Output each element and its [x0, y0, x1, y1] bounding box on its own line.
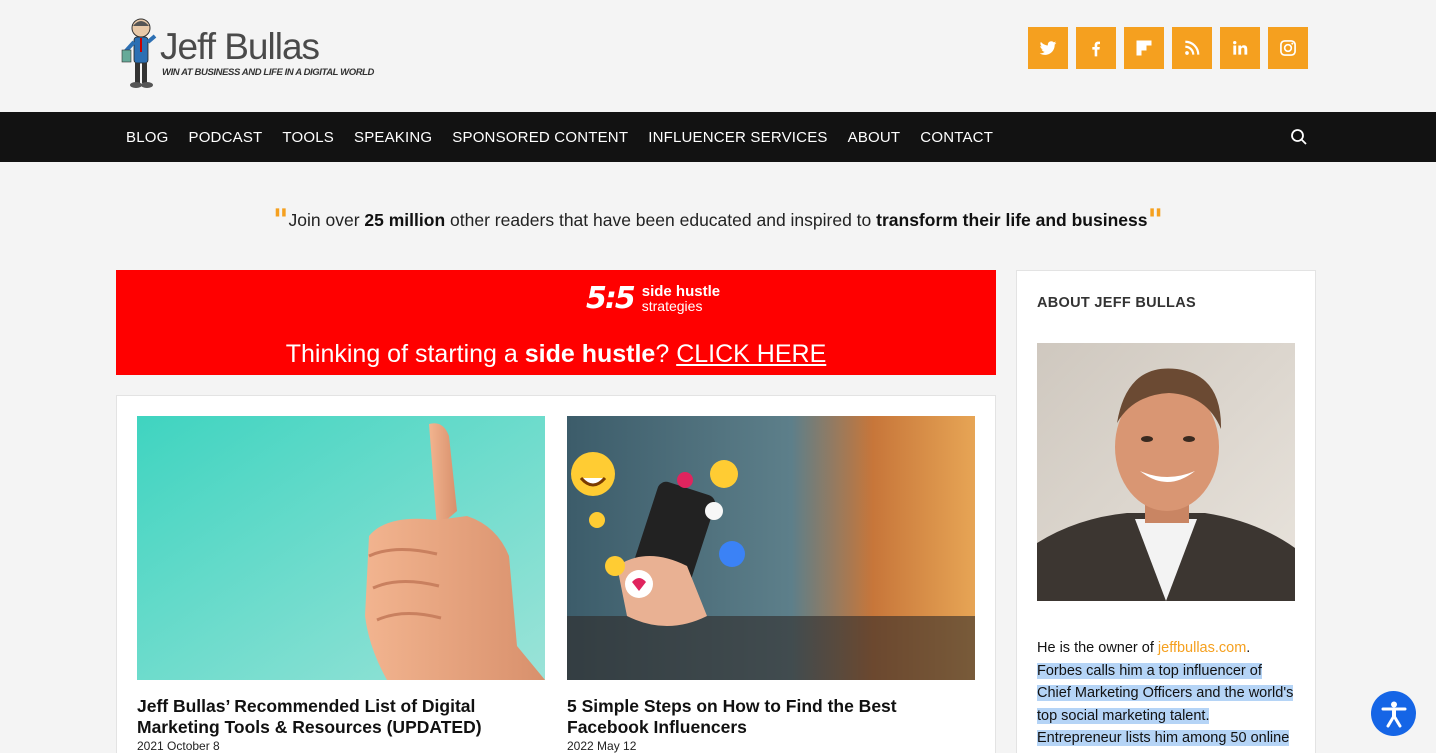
author-portrait-image: [1037, 343, 1295, 601]
main-nav: BLOG PODCAST TOOLS SPEAKING SPONSORED CO…: [0, 112, 1436, 162]
banner-text-after: ?: [655, 340, 677, 368]
banner-text-before: Thinking of starting a: [285, 340, 525, 368]
logo-name: Jeff Bullas: [160, 26, 320, 67]
tagline-text-1: Join over: [288, 210, 365, 230]
banner-brand-line2: strategies: [641, 298, 703, 314]
side-hustle-banner[interactable]: 5:5 side hustle strategies Thinking of s…: [116, 270, 996, 375]
tagline-text-2: other readers that have been educated an…: [445, 210, 877, 230]
flipboard-icon: [1136, 40, 1152, 56]
posts-grid: Jeff Bullas’ Recommended List of Digital…: [116, 395, 996, 753]
nav-item-speaking[interactable]: SPEAKING: [344, 129, 442, 146]
tagline-bold-2: transform their life and business: [876, 210, 1148, 230]
accessibility-button[interactable]: [1371, 691, 1416, 736]
linkedin-button[interactable]: [1220, 27, 1260, 69]
logo-caricature-icon: [121, 18, 157, 88]
nav-item-podcast[interactable]: PODCAST: [178, 129, 272, 146]
post-card[interactable]: 5 Simple Steps on How to Find the Best F…: [567, 416, 975, 753]
nav-item-blog[interactable]: BLOG: [116, 129, 178, 146]
twitter-icon: [1039, 41, 1057, 55]
nav-item-influencer-services[interactable]: INFLUENCER SERVICES: [638, 129, 837, 146]
banner-logo-mark: 5:5: [586, 281, 636, 316]
rss-icon: [1185, 40, 1200, 55]
facebook-button[interactable]: [1076, 27, 1116, 69]
close-quote-icon: ": [1147, 203, 1164, 238]
post-thumbnail-phone[interactable]: [567, 416, 975, 680]
phone-emoji-image: [567, 416, 975, 680]
instagram-button[interactable]: [1268, 27, 1308, 69]
sidebar-title: ABOUT JEFF BULLAS: [1037, 295, 1196, 311]
nav-item-about[interactable]: ABOUT: [838, 129, 911, 146]
post-card[interactable]: Jeff Bullas’ Recommended List of Digital…: [137, 416, 545, 753]
jeffbullas-link[interactable]: jeffbullas.com: [1158, 640, 1246, 656]
social-links: [1028, 27, 1308, 69]
about-sidebar: ABOUT JEFF BULLAS He is the owner of jef…: [1016, 270, 1316, 753]
bio-prefix: He is the owner of: [1037, 640, 1158, 656]
post-date: 2022 May 12: [567, 739, 637, 753]
post-title[interactable]: Jeff Bullas’ Recommended List of Digital…: [137, 696, 545, 738]
tagline-bold-1: 25 million: [364, 210, 446, 230]
banner-cta-link[interactable]: CLICK HERE: [676, 340, 826, 368]
author-bio: He is the owner of jeffbullas.com. Forbe…: [1037, 637, 1295, 753]
banner-brand-line1: side hustle: [641, 283, 721, 300]
bio-period: .: [1246, 640, 1251, 656]
linkedin-icon: [1233, 41, 1248, 55]
nav-item-contact[interactable]: CONTACT: [910, 129, 1003, 146]
nav-item-tools[interactable]: TOOLS: [272, 129, 344, 146]
accessibility-icon: [1381, 701, 1406, 727]
nav-item-sponsored-content[interactable]: SPONSORED CONTENT: [442, 129, 638, 146]
site-logo[interactable]: Jeff Bullas WIN AT BUSINESS AND LIFE IN …: [118, 14, 378, 92]
author-photo: [1037, 343, 1295, 601]
site-header: Jeff Bullas WIN AT BUSINESS AND LIFE IN …: [0, 0, 1436, 112]
flipboard-button[interactable]: [1124, 27, 1164, 69]
open-quote-icon: ": [272, 203, 289, 238]
banner-text-bold: side hustle: [524, 340, 656, 368]
search-icon[interactable]: [1290, 128, 1308, 146]
facebook-icon: [1092, 41, 1100, 57]
post-date: 2021 October 8: [137, 739, 220, 753]
banner-headline: Thinking of starting a side hustle? CLIC…: [116, 340, 996, 369]
bio-highlighted-text: Forbes calls him a top influencer of Chi…: [1037, 662, 1294, 753]
logo-tagline: WIN AT BUSINESS AND LIFE IN A DIGITAL WO…: [162, 67, 375, 78]
banner-brand: 5:5 side hustle strategies: [586, 284, 720, 314]
twitter-button[interactable]: [1028, 27, 1068, 69]
rss-button[interactable]: [1172, 27, 1212, 69]
thumbs-up-image: [137, 416, 545, 680]
post-title[interactable]: 5 Simple Steps on How to Find the Best F…: [567, 696, 975, 738]
reader-tagline: "Join over 25 million other readers that…: [0, 206, 1436, 236]
post-thumbnail-thumbs-up[interactable]: [137, 416, 545, 680]
instagram-icon: [1280, 40, 1296, 56]
